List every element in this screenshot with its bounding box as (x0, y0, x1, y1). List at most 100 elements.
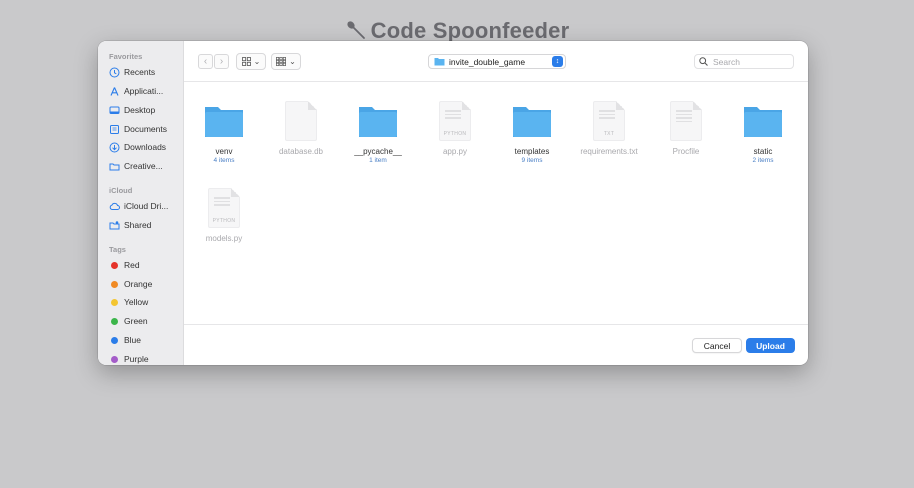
sidebar: Favorites Recents Applicati... Desktop D… (98, 41, 184, 365)
sidebar-item-label: Red (124, 260, 140, 270)
chevron-left-icon: ‹ (203, 56, 208, 67)
yellow-tag-dot-icon (111, 298, 118, 306)
file-item-app-py: PYTHON app.py (415, 101, 495, 156)
folder-icon (741, 101, 785, 141)
sidebar-header-icloud: iCloud (109, 186, 133, 195)
sidebar-item-documents[interactable]: Documents (109, 121, 181, 137)
sidebar-tag-yellow[interactable]: Yellow (109, 294, 181, 310)
file-item-procfile: Procfile (646, 101, 726, 156)
toolbar: ‹ › ⌄ ⌄ invite_double_game ↕ Search (184, 41, 808, 82)
folder-icon (510, 101, 554, 141)
sidebar-item-applications[interactable]: Applicati... (109, 83, 181, 99)
file-name: database.db (278, 147, 324, 156)
sidebar-item-icloud-drive[interactable]: iCloud Dri... (109, 198, 181, 214)
sidebar-item-label: Green (124, 316, 148, 326)
folder-icon (202, 101, 246, 141)
sidebar-item-label: Downloads (124, 142, 167, 152)
file-item-models-py: PYTHON models.py (184, 188, 264, 243)
cancel-button[interactable]: Cancel (692, 338, 742, 353)
folder-icon (109, 161, 120, 172)
sidebar-item-label: Applicati... (124, 86, 164, 96)
search-field[interactable]: Search (694, 54, 794, 69)
blue-tag-dot-icon (111, 336, 118, 344)
folder-icon (434, 58, 445, 66)
sidebar-header-favorites: Favorites (109, 52, 143, 61)
group-by-button[interactable]: ⌄ (271, 53, 301, 70)
sidebar-tag-blue[interactable]: Blue (109, 332, 181, 348)
sidebar-tag-orange[interactable]: Orange (109, 276, 181, 292)
location-label: invite_double_game (449, 56, 526, 67)
red-tag-dot-icon (111, 261, 118, 269)
sidebar-tag-purple[interactable]: Purple (109, 351, 181, 365)
clock-icon (109, 67, 120, 78)
sidebar-item-label: Shared (124, 220, 152, 230)
spoon-icon (345, 19, 367, 41)
sidebar-item-label: Documents (124, 124, 167, 134)
dialog-footer: Cancel Upload (184, 324, 808, 365)
sidebar-tag-green[interactable]: Green (109, 313, 181, 329)
file-name: __pycache__ (354, 147, 402, 156)
sidebar-item-downloads[interactable]: Downloads (109, 139, 181, 155)
orange-tag-dot-icon (111, 280, 118, 288)
chevron-down-icon: ⌄ (253, 57, 261, 66)
file-picker-dialog: Favorites Recents Applicati... Desktop D… (98, 41, 808, 365)
desktop-icon (109, 105, 120, 116)
sidebar-header-tags: Tags (109, 245, 126, 254)
file-item-static[interactable]: static 2 items (723, 101, 803, 164)
file-item-venv[interactable]: venv 4 items (184, 101, 264, 164)
file-item-requirements-txt: TXT requirements.txt (569, 101, 649, 156)
view-mode-button[interactable]: ⌄ (236, 53, 266, 70)
sidebar-item-creative[interactable]: Creative... (109, 158, 181, 174)
file-type-tag: PYTHON (212, 218, 236, 224)
file-item-templates[interactable]: templates 9 items (492, 101, 572, 164)
sidebar-item-label: Creative... (124, 161, 163, 171)
sidebar-item-label: Recents (124, 67, 156, 77)
browser-pane: ‹ › ⌄ ⌄ invite_double_game ↕ Search venv… (184, 41, 808, 365)
search-placeholder: Search (713, 56, 740, 67)
text-file-icon: TXT (587, 101, 631, 141)
file-item-database-db: database.db (261, 101, 341, 156)
file-item-count: 2 items (752, 157, 774, 164)
sidebar-item-label: Blue (124, 335, 142, 345)
upload-button[interactable]: Upload (746, 338, 795, 353)
document-icon (109, 124, 120, 135)
forward-button[interactable]: › (214, 54, 229, 69)
grid-view-icon (241, 57, 251, 66)
folder-icon (356, 101, 400, 141)
file-name: venv (215, 147, 233, 156)
group-grid-icon (276, 57, 287, 66)
location-popup[interactable]: invite_double_game ↕ (428, 54, 566, 69)
file-item-count: 9 items (521, 157, 543, 164)
back-button[interactable]: ‹ (198, 54, 213, 69)
sidebar-item-label: Yellow (124, 297, 149, 307)
python-file-icon: PYTHON (202, 188, 246, 228)
file-item-count: 1 item (369, 157, 387, 164)
file-name: requirements.txt (580, 147, 638, 156)
file-name: templates (514, 147, 550, 156)
sidebar-item-label: Orange (124, 279, 153, 289)
sidebar-item-desktop[interactable]: Desktop (109, 102, 181, 118)
green-tag-dot-icon (111, 317, 118, 325)
file-icon (664, 101, 708, 141)
download-icon (109, 142, 120, 153)
shared-folder-icon (109, 220, 120, 231)
file-name: models.py (205, 234, 243, 243)
app-title-text: Code Spoonfeeder (370, 18, 570, 43)
file-item-count: 4 items (213, 157, 235, 164)
up-down-stepper-icon: ↕ (552, 56, 563, 67)
file-item-pycache[interactable]: __pycache__ 1 item (338, 101, 418, 164)
sidebar-item-label: Desktop (124, 105, 156, 115)
sidebar-tag-red[interactable]: Red (109, 257, 181, 273)
cloud-icon (109, 201, 120, 212)
file-type-tag: TXT (603, 131, 615, 137)
file-name: static (753, 147, 773, 156)
python-file-icon: PYTHON (433, 101, 477, 141)
applications-icon (109, 86, 120, 97)
search-icon (699, 57, 708, 66)
chevron-down-icon: ⌄ (289, 57, 296, 66)
sidebar-item-recents[interactable]: Recents (109, 64, 181, 80)
file-name: Procfile (672, 147, 700, 156)
sidebar-item-shared[interactable]: Shared (109, 217, 181, 233)
sidebar-item-label: iCloud Dri... (124, 201, 169, 211)
file-name: app.py (442, 147, 468, 156)
